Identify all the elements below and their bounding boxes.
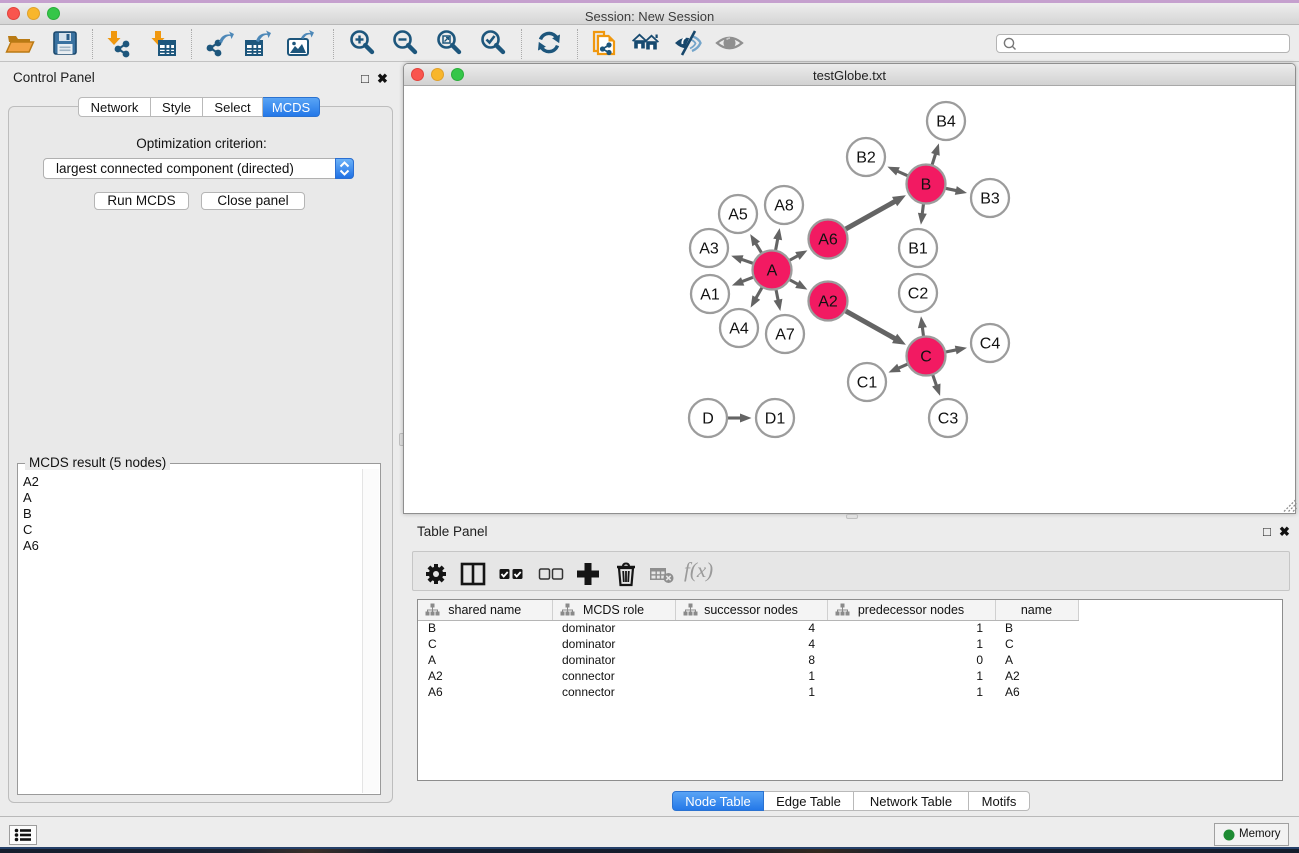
svg-text:B3: B3 [980, 191, 1000, 208]
svg-text:A6: A6 [818, 232, 838, 249]
svg-text:A4: A4 [729, 321, 749, 338]
svg-text:C1: C1 [857, 375, 878, 392]
svg-text:D: D [702, 411, 714, 428]
svg-text:B1: B1 [908, 241, 928, 258]
svg-text:A: A [767, 263, 778, 280]
svg-text:B4: B4 [936, 114, 956, 131]
svg-text:C2: C2 [908, 286, 929, 303]
svg-text:C: C [920, 349, 932, 366]
svg-text:A1: A1 [700, 287, 720, 304]
svg-text:A5: A5 [728, 207, 748, 224]
svg-text:A7: A7 [775, 327, 795, 344]
svg-text:D1: D1 [765, 411, 786, 428]
svg-text:A3: A3 [699, 241, 719, 258]
svg-text:C3: C3 [938, 411, 959, 428]
svg-text:A2: A2 [818, 294, 838, 311]
svg-text:B2: B2 [856, 150, 876, 167]
svg-text:C4: C4 [980, 336, 1001, 353]
svg-text:A8: A8 [774, 198, 794, 215]
svg-text:B: B [921, 177, 932, 194]
